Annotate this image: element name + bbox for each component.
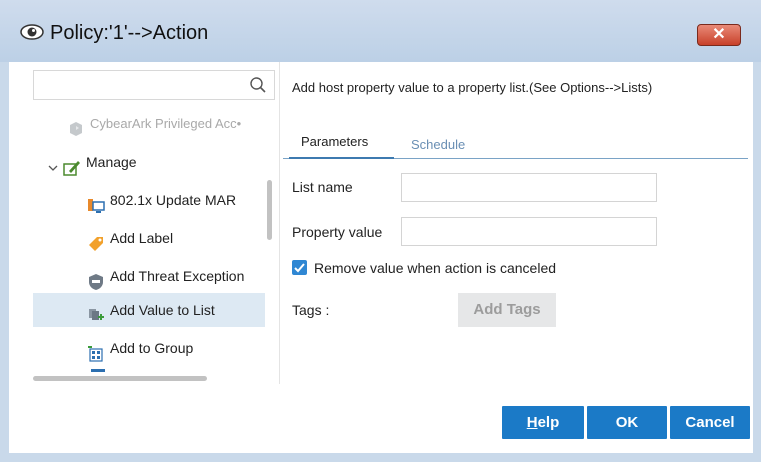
tree-item-label: Add to Group <box>110 340 194 356</box>
tree-item-label: Add Value to List <box>110 302 215 318</box>
dialog-client-area: CybearArk Privileged Acc• Manage 802.1x … <box>9 62 753 453</box>
add-value-list-icon <box>87 302 105 321</box>
tree-item-add-to-group[interactable]: Add to Group <box>87 330 193 366</box>
property-value-input[interactable] <box>404 219 654 244</box>
help-button[interactable]: Help <box>502 406 584 439</box>
title-bar[interactable]: Policy:'1'-->Action ✕ <box>0 0 761 62</box>
remove-value-label[interactable]: Remove value when action is canceled <box>314 260 556 276</box>
mar-icon <box>87 192 105 214</box>
tab-bar: Parameters Schedule <box>283 124 748 159</box>
remove-value-checkbox[interactable] <box>292 260 307 275</box>
search-icon[interactable] <box>249 76 267 94</box>
tree-group-manage[interactable]: Manage <box>47 144 137 180</box>
threat-exception-icon <box>87 268 105 291</box>
tree-item-label: Add Label <box>110 230 174 246</box>
action-description: Add host property value to a property li… <box>292 80 653 95</box>
tree-item-add-label[interactable]: Add Label <box>87 220 173 256</box>
cyberark-icon <box>67 116 85 136</box>
help-label: elp <box>537 414 560 431</box>
property-value-field[interactable] <box>401 217 657 246</box>
close-button[interactable]: ✕ <box>697 24 741 46</box>
dialog-window: Policy:'1'-->Action ✕ CybearArk Privileg… <box>0 0 761 462</box>
eye-logo-icon <box>20 24 44 40</box>
tree-item-label: Add Threat Exception <box>110 268 245 284</box>
tree-item-label: CybearArk Privileged Acc• <box>90 116 242 131</box>
search-input[interactable] <box>38 72 238 98</box>
tree-item-cyberark[interactable]: CybearArk Privileged Acc• <box>67 106 241 142</box>
list-name-input[interactable] <box>404 175 654 200</box>
tree-vertical-scrollbar[interactable] <box>267 180 272 240</box>
list-name-field[interactable] <box>401 173 657 202</box>
list-name-label: List name <box>292 179 353 195</box>
label-tag-icon <box>87 230 105 252</box>
ok-button[interactable]: OK <box>587 406 667 439</box>
window-title: Policy:'1'-->Action <box>50 22 209 44</box>
help-mnemonic: H <box>526 414 538 431</box>
tab-schedule[interactable]: Schedule <box>400 130 465 159</box>
checkmark-icon <box>294 263 305 273</box>
chevron-down-icon[interactable] <box>47 154 59 172</box>
add-tags-button[interactable]: Add Tags <box>458 293 556 327</box>
partial-tree-icon <box>91 369 105 372</box>
tags-label: Tags : <box>292 302 330 318</box>
tree-item-add-threat-exception[interactable]: Add Threat Exception <box>87 258 244 294</box>
cancel-button[interactable]: Cancel <box>670 406 750 439</box>
property-value-label: Property value <box>292 224 383 240</box>
panel-divider <box>279 62 280 384</box>
tree-item-label: 802.1x Update MAR <box>110 192 237 208</box>
group-icon <box>87 340 105 362</box>
close-icon: ✕ <box>712 26 726 43</box>
tree-item-802-1x-update-mar[interactable]: 802.1x Update MAR <box>87 182 236 218</box>
tab-parameters[interactable]: Parameters <box>289 130 394 159</box>
manage-icon <box>63 154 81 177</box>
tree-item-add-value-to-list[interactable]: Add Value to List <box>33 293 265 327</box>
tree-horizontal-scrollbar[interactable] <box>33 376 207 381</box>
search-field[interactable] <box>33 70 275 100</box>
tree-item-label: Manage <box>86 154 137 170</box>
